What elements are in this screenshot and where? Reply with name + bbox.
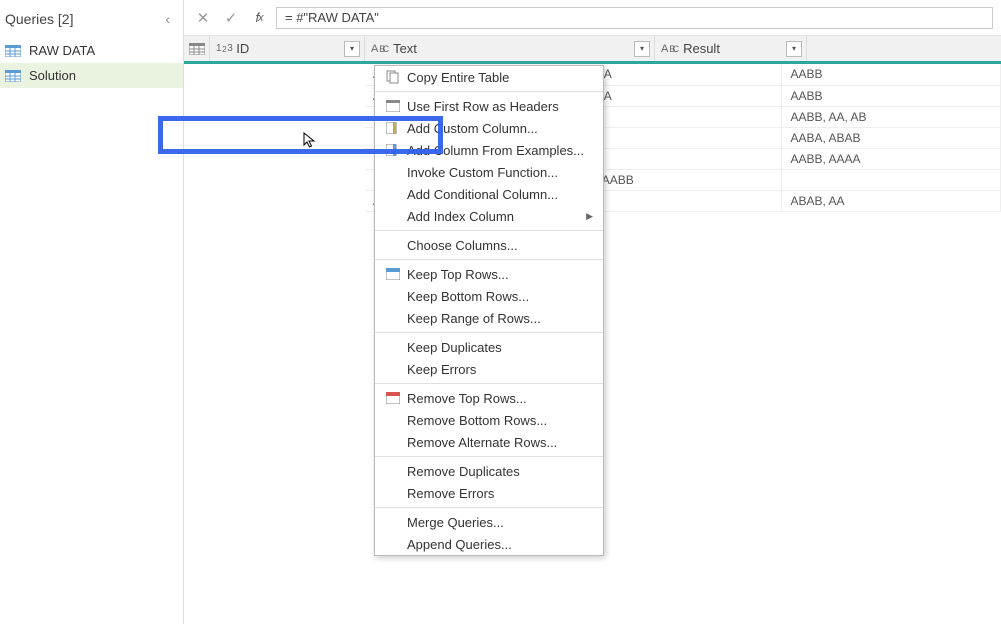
menu-label: Append Queries... xyxy=(407,537,593,552)
menu-remove-errors[interactable]: Remove Errors xyxy=(375,482,603,504)
menu-keep-top-rows[interactable]: Keep Top Rows... xyxy=(375,263,603,285)
column-header-text[interactable]: ABC Text ▾ xyxy=(365,36,655,61)
menu-label: Keep Errors xyxy=(407,362,593,377)
menu-label: Add Custom Column... xyxy=(407,121,593,136)
menu-remove-alternate-rows[interactable]: Remove Alternate Rows... xyxy=(375,431,603,453)
column-examples-icon xyxy=(383,144,403,156)
menu-label: Remove Alternate Rows... xyxy=(407,435,593,450)
query-item-solution[interactable]: Solution xyxy=(0,63,183,88)
menu-label: Keep Duplicates xyxy=(407,340,593,355)
menu-label: Invoke Custom Function... xyxy=(407,165,593,180)
menu-label: Use First Row as Headers xyxy=(407,99,593,114)
menu-label: Add Index Column xyxy=(407,209,586,224)
cancel-icon[interactable]: ✕ xyxy=(192,7,214,29)
menu-separator xyxy=(375,91,603,92)
menu-label: Remove Bottom Rows... xyxy=(407,413,593,428)
cell-result: ABAB, AA xyxy=(790,194,844,208)
select-all-corner[interactable] xyxy=(184,36,210,61)
column-header-id[interactable]: 123 ID ▾ xyxy=(210,36,365,61)
keep-top-icon xyxy=(383,268,403,280)
menu-separator xyxy=(375,383,603,384)
menu-separator xyxy=(375,332,603,333)
menu-add-column-from-examples[interactable]: Add Column From Examples... xyxy=(375,139,603,161)
menu-label: Add Conditional Column... xyxy=(407,187,593,202)
commit-icon[interactable]: ✓ xyxy=(220,7,242,29)
menu-label: Keep Range of Rows... xyxy=(407,311,593,326)
queries-sidebar: Queries [2] ‹ RAW DATA Solution xyxy=(0,0,184,624)
column-filter-dropdown[interactable]: ▾ xyxy=(634,41,650,57)
table-header: 123 ID ▾ ABC Text ▾ ABC Result ▾ xyxy=(184,36,1001,64)
menu-label: Remove Duplicates xyxy=(407,464,593,479)
table-icon xyxy=(5,70,21,82)
fx-icon[interactable]: fx xyxy=(248,7,270,29)
formula-input[interactable] xyxy=(276,7,993,29)
menu-label: Remove Top Rows... xyxy=(407,391,593,406)
menu-copy-entire-table[interactable]: Copy Entire Table xyxy=(375,66,603,88)
text-type-icon: ABC xyxy=(661,43,679,55)
menu-use-first-row-headers[interactable]: Use First Row as Headers xyxy=(375,95,603,117)
menu-keep-errors[interactable]: Keep Errors xyxy=(375,358,603,380)
menu-remove-top-rows[interactable]: Remove Top Rows... xyxy=(375,387,603,409)
column-filter-dropdown[interactable]: ▾ xyxy=(786,41,802,57)
menu-add-index-column[interactable]: Add Index Column ▶ xyxy=(375,205,603,227)
column-filter-dropdown[interactable]: ▾ xyxy=(344,41,360,57)
table-context-menu: Copy Entire Table Use First Row as Heade… xyxy=(374,65,604,556)
copy-icon xyxy=(383,70,403,84)
sidebar-title: Queries [2] xyxy=(5,11,73,27)
query-list: RAW DATA Solution xyxy=(0,38,183,88)
custom-column-icon xyxy=(383,122,403,134)
cell-result: AABA, ABAB xyxy=(790,131,860,145)
menu-separator xyxy=(375,456,603,457)
column-label: Text xyxy=(393,41,417,56)
cell-result: AABB xyxy=(790,67,822,81)
query-item-raw-data[interactable]: RAW DATA xyxy=(0,38,183,63)
menu-remove-duplicates[interactable]: Remove Duplicates xyxy=(375,460,603,482)
cell-result: AABB, AA, AB xyxy=(790,110,866,124)
menu-append-queries[interactable]: Append Queries... xyxy=(375,533,603,555)
menu-label: Copy Entire Table xyxy=(407,70,593,85)
menu-label: Merge Queries... xyxy=(407,515,593,530)
menu-keep-range-rows[interactable]: Keep Range of Rows... xyxy=(375,307,603,329)
table-icon xyxy=(189,43,205,55)
cell-result: AABB xyxy=(790,89,822,103)
query-label: RAW DATA xyxy=(29,43,95,58)
text-type-icon: ABC xyxy=(371,43,389,55)
number-type-icon: 123 xyxy=(216,43,232,54)
formula-bar: ✕ ✓ fx xyxy=(184,0,1001,36)
sidebar-header: Queries [2] ‹ xyxy=(0,0,183,38)
menu-separator xyxy=(375,507,603,508)
column-label: ID xyxy=(236,41,249,56)
menu-label: Keep Bottom Rows... xyxy=(407,289,593,304)
cell-result: AABB, AAAA xyxy=(790,152,860,166)
main-area: ✕ ✓ fx 123 ID ▾ ABC Text ▾ ABC xyxy=(184,0,1001,624)
menu-keep-duplicates[interactable]: Keep Duplicates xyxy=(375,336,603,358)
menu-separator xyxy=(375,230,603,231)
submenu-arrow-icon: ▶ xyxy=(586,211,593,222)
menu-add-conditional-column[interactable]: Add Conditional Column... xyxy=(375,183,603,205)
collapse-sidebar-icon[interactable]: ‹ xyxy=(162,8,173,30)
menu-label: Remove Errors xyxy=(407,486,593,501)
menu-separator xyxy=(375,259,603,260)
header-row-icon xyxy=(383,100,403,112)
menu-remove-bottom-rows[interactable]: Remove Bottom Rows... xyxy=(375,409,603,431)
menu-label: Keep Top Rows... xyxy=(407,267,593,282)
menu-merge-queries[interactable]: Merge Queries... xyxy=(375,511,603,533)
menu-invoke-custom-function[interactable]: Invoke Custom Function... xyxy=(375,161,603,183)
menu-label: Choose Columns... xyxy=(407,238,593,253)
column-header-result[interactable]: ABC Result ▾ xyxy=(655,36,807,61)
query-label: Solution xyxy=(29,68,76,83)
remove-top-icon xyxy=(383,392,403,404)
menu-label: Add Column From Examples... xyxy=(407,143,593,158)
menu-keep-bottom-rows[interactable]: Keep Bottom Rows... xyxy=(375,285,603,307)
menu-add-custom-column[interactable]: Add Custom Column... xyxy=(375,117,603,139)
menu-choose-columns[interactable]: Choose Columns... xyxy=(375,234,603,256)
table-icon xyxy=(5,45,21,57)
column-label: Result xyxy=(683,41,720,56)
